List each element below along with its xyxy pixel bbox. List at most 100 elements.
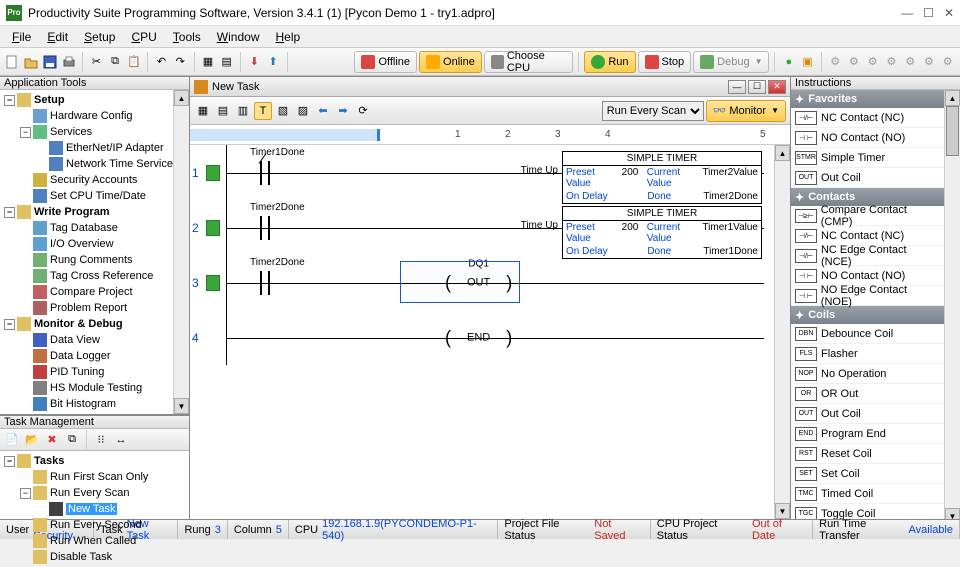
tree-item[interactable]: Problem Report [0, 300, 173, 316]
doc-right-icon[interactable]: ➡ [334, 102, 352, 120]
online-button[interactable]: Online [419, 51, 482, 73]
instr-item[interactable]: ⊣ ⊢NO Contact (NO) [791, 128, 944, 148]
ladder-scrollbar[interactable]: ▲▼ [774, 145, 790, 519]
gear5-icon[interactable]: ⚙ [902, 53, 919, 71]
tree-item[interactable]: −Tasks [0, 453, 189, 469]
doc-refresh-icon[interactable]: ⟳ [354, 102, 372, 120]
instr-item[interactable]: ⊣ ⊢NO Edge Contact (NOE) [791, 286, 944, 306]
menu-cpu[interactable]: CPU [123, 27, 164, 47]
tree-item[interactable]: Data Logger [0, 348, 173, 364]
menu-file[interactable]: File [4, 27, 39, 47]
tool2-icon[interactable]: ▤ [218, 53, 235, 71]
tree-item[interactable]: Run Every Second [0, 517, 189, 533]
task-open-icon[interactable]: 📂 [23, 431, 41, 449]
task-delete-icon[interactable]: ✖ [43, 431, 61, 449]
tree-item[interactable]: Disable Task [0, 549, 189, 565]
instr-item[interactable]: DBNDebounce Coil [791, 324, 944, 344]
rung-4[interactable]: 4(END) [190, 310, 774, 365]
gear6-icon[interactable]: ⚙ [921, 53, 938, 71]
menu-setup[interactable]: Setup [76, 27, 123, 47]
instr-scrollbar[interactable]: ▲▼ [944, 90, 960, 524]
redo-icon[interactable]: ↷ [172, 53, 189, 71]
gear7-icon[interactable]: ⚙ [939, 53, 956, 71]
stop-button[interactable]: Stop [638, 51, 692, 73]
offline-button[interactable]: Offline [354, 51, 417, 73]
doc-tool5-icon[interactable]: ▧ [274, 102, 292, 120]
tool-icon[interactable]: ▦ [200, 53, 217, 71]
tree-item[interactable]: Rung Comments [0, 252, 173, 268]
rung-1[interactable]: 1Timer1DoneTime UpSIMPLE TIMERPreset Val… [190, 145, 774, 200]
undo-icon[interactable]: ↶ [153, 53, 170, 71]
save-icon[interactable] [42, 53, 59, 71]
gear3-icon[interactable]: ⚙ [864, 53, 881, 71]
tree-item[interactable]: EtherNet/IP Adapter [0, 140, 173, 156]
copy-icon[interactable]: ⧉ [107, 53, 124, 71]
doc-min-button[interactable]: — [728, 80, 746, 94]
run-button[interactable]: Run [584, 51, 635, 73]
menu-tools[interactable]: Tools [165, 27, 209, 47]
tree-item[interactable]: Set CPU Time/Date [0, 188, 173, 204]
doc-left-icon[interactable]: ⬅ [314, 102, 332, 120]
gear2-icon[interactable]: ⚙ [846, 53, 863, 71]
doc-tool1-icon[interactable]: ▦ [194, 102, 212, 120]
close-button[interactable]: ✕ [944, 6, 954, 20]
tree-item[interactable]: −Services [0, 124, 173, 140]
instr-group-header[interactable]: ✦Coils [791, 306, 944, 324]
monitor-button[interactable]: 👓Monitor▼ [706, 100, 786, 122]
tree-item[interactable]: New Task [0, 501, 189, 517]
instr-item[interactable]: ENDProgram End [791, 424, 944, 444]
paste-icon[interactable]: 📋 [125, 53, 142, 71]
tree-item[interactable]: PID Tuning [0, 364, 173, 380]
tree-item[interactable]: Run When Called [0, 533, 189, 549]
tree-item[interactable]: Compare Project [0, 284, 173, 300]
minimize-button[interactable]: — [901, 6, 913, 20]
transfer-down-icon[interactable]: ⬇ [246, 53, 263, 71]
debug-button[interactable]: Debug▼ [693, 51, 769, 73]
instr-group-header[interactable]: ✦Favorites [791, 90, 944, 108]
doc-max-button[interactable]: ☐ [748, 80, 766, 94]
choose-cpu-button[interactable]: Choose CPU [484, 51, 574, 73]
app-tools-tree[interactable]: −SetupHardware Config−ServicesEtherNet/I… [0, 90, 173, 414]
menu-edit[interactable]: Edit [39, 27, 76, 47]
ladder-editor[interactable]: 1Timer1DoneTime UpSIMPLE TIMERPreset Val… [190, 145, 774, 519]
tree-item[interactable]: Security Accounts [0, 172, 173, 188]
instr-item[interactable]: FLSFlasher [791, 344, 944, 364]
instr-item[interactable]: RSTReset Coil [791, 444, 944, 464]
tree-item[interactable]: Tag Cross Reference [0, 268, 173, 284]
rung-2[interactable]: 2Timer2DoneTime UpSIMPLE TIMERPreset Val… [190, 200, 774, 255]
doc-close-button[interactable]: ✕ [768, 80, 786, 94]
gear1-icon[interactable]: ⚙ [827, 53, 844, 71]
instr-item[interactable]: OUTOut Coil [791, 404, 944, 424]
tree-item[interactable]: Hardware Config [0, 108, 173, 124]
instr-item[interactable]: ⊣/⊢NC Edge Contact (NCE) [791, 246, 944, 266]
instr-item[interactable]: ⊣≥⊢Compare Contact (CMP) [791, 206, 944, 226]
new-icon[interactable] [4, 53, 21, 71]
task-config-icon[interactable]: ⁝⁝ [92, 431, 110, 449]
instr-item[interactable]: TMCTimed Coil [791, 484, 944, 504]
tree-item[interactable]: Run First Scan Only [0, 469, 189, 485]
instr-item[interactable]: ⊣/⊢NC Contact (NC) [791, 108, 944, 128]
tree-item[interactable]: I/O Overview [0, 236, 173, 252]
tree-item[interactable]: −Monitor & Debug [0, 316, 173, 332]
doc-tool2-icon[interactable]: ▤ [214, 102, 232, 120]
orange-box-icon[interactable]: ▣ [799, 53, 816, 71]
task-copy-icon[interactable]: ⧉ [63, 431, 81, 449]
doc-tool4-icon[interactable]: T [254, 102, 272, 120]
print-icon[interactable] [60, 53, 77, 71]
gear4-icon[interactable]: ⚙ [883, 53, 900, 71]
scan-mode-select[interactable]: Run Every Scan [602, 101, 704, 121]
tree-item[interactable]: −Run Every Scan [0, 485, 189, 501]
cut-icon[interactable]: ✂ [88, 53, 105, 71]
green-circle-icon[interactable]: ● [780, 53, 797, 71]
doc-tool3-icon[interactable]: ▥ [234, 102, 252, 120]
task-expand-icon[interactable]: ↔ [112, 431, 130, 449]
menu-help[interactable]: Help [267, 27, 308, 47]
instr-item[interactable]: OROR Out [791, 384, 944, 404]
transfer-up-icon[interactable]: ⬆ [265, 53, 282, 71]
instr-item[interactable]: OUTOut Coil [791, 168, 944, 188]
doc-tool6-icon[interactable]: ▨ [294, 102, 312, 120]
instr-item[interactable]: NOPNo Operation [791, 364, 944, 384]
tree-item[interactable]: Data View [0, 332, 173, 348]
open-icon[interactable] [23, 53, 40, 71]
menu-window[interactable]: Window [209, 27, 268, 47]
